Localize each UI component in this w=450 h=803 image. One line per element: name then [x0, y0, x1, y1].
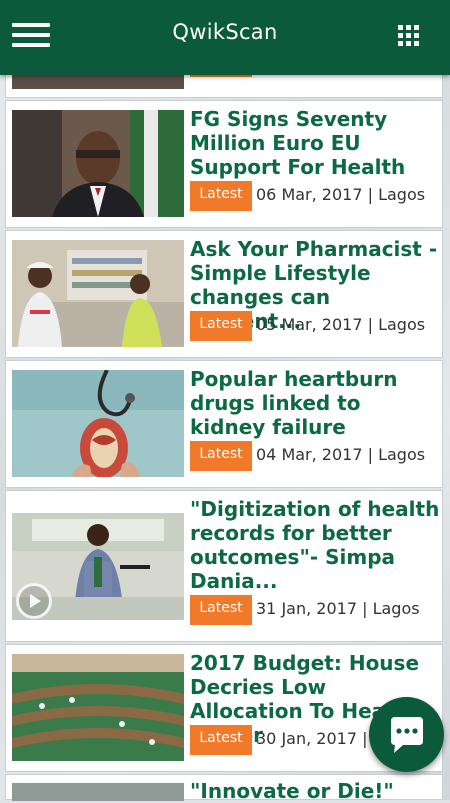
grid-apps-icon[interactable] — [398, 25, 420, 47]
article-headline[interactable]: Popular heartburn drugs linked to kidney… — [190, 367, 440, 439]
latest-tag: Latest — [190, 181, 252, 211]
article-date-location: 31 Jan, 2017 | Lagos — [256, 599, 420, 618]
article-thumbnail — [12, 110, 184, 217]
article-headline[interactable]: "Innovate or Die!" — [190, 779, 440, 803]
news-card[interactable]: FG Signs Seventy Million Euro EU Support… — [5, 100, 443, 228]
article-thumbnail — [12, 240, 184, 347]
news-card[interactable]: Ask Your Pharmacist - Simple Lifestyle c… — [5, 230, 443, 358]
app-title: QwikScan — [172, 20, 278, 44]
play-icon[interactable] — [16, 583, 52, 619]
article-date-location: 06 Mar, 2017 | Lagos — [256, 185, 426, 204]
article-thumbnail — [12, 783, 184, 801]
article-video-thumbnail[interactable] — [12, 513, 184, 620]
chat-button[interactable] — [369, 697, 444, 772]
latest-tag: Latest — [190, 311, 252, 341]
news-card-partial-bottom[interactable]: "Innovate or Die!" — [5, 774, 443, 803]
latest-tag: Latest — [190, 441, 252, 471]
article-date-location: 05 Mar, 2017 | Lagos — [256, 315, 426, 334]
article-thumbnail — [12, 370, 184, 477]
news-card[interactable]: "Digitization of health records for bett… — [5, 490, 443, 642]
latest-tag: Latest — [190, 595, 252, 625]
news-card[interactable]: Popular heartburn drugs linked to kidney… — [5, 360, 443, 488]
article-thumbnail — [12, 654, 184, 761]
article-headline[interactable]: "Digitization of health records for bett… — [190, 497, 440, 593]
app-bar: QwikScan — [0, 0, 450, 75]
article-date-location: 04 Mar, 2017 | Lagos — [256, 445, 426, 464]
chat-bubble-icon — [391, 717, 423, 753]
article-headline[interactable]: FG Signs Seventy Million Euro EU Support… — [190, 107, 440, 179]
news-list[interactable]: FG Signs Seventy Million Euro EU Support… — [0, 0, 450, 803]
latest-tag: Latest — [190, 725, 252, 755]
